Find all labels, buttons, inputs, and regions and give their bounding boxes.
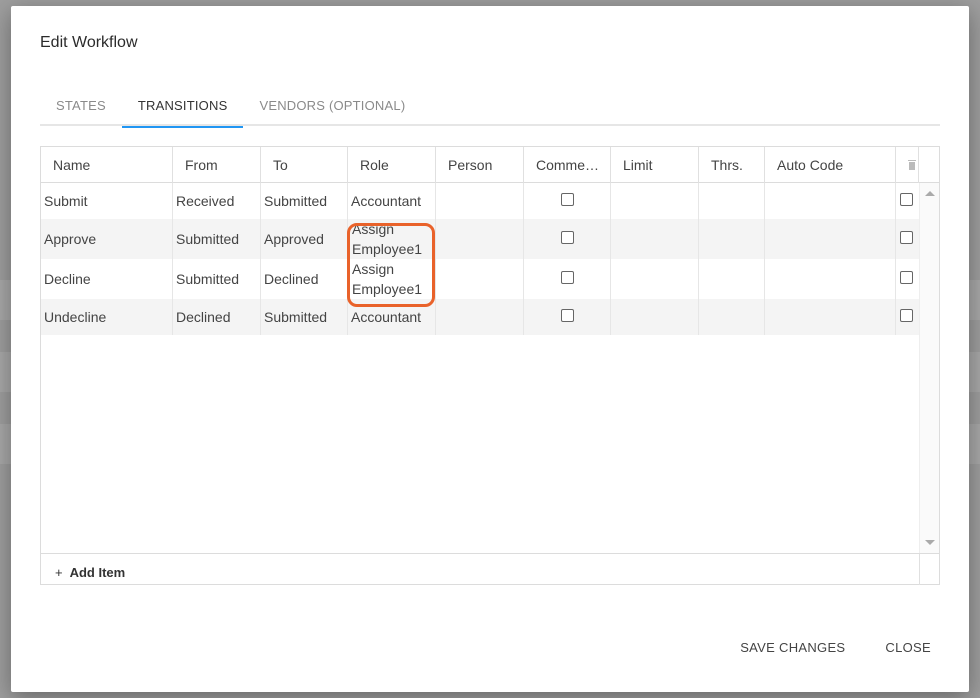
cell-to[interactable]: Submitted (261, 299, 348, 335)
cell-limit[interactable] (611, 219, 699, 259)
grid-header: Name From To Role Person Comme… Limit Th… (41, 147, 939, 183)
cell-name[interactable]: Decline (41, 259, 173, 299)
cell-limit[interactable] (611, 299, 699, 335)
edit-workflow-dialog: Edit Workflow STATES TRANSITIONS VENDORS… (11, 6, 969, 692)
column-header-person[interactable]: Person (436, 147, 524, 183)
comment-checkbox[interactable] (561, 309, 574, 322)
cell-auto-code[interactable] (765, 259, 896, 299)
cell-person[interactable] (436, 219, 524, 259)
vertical-scrollbar[interactable] (919, 183, 939, 553)
column-header-name[interactable]: Name (41, 147, 173, 183)
cell-auto-code[interactable] (765, 299, 896, 335)
plus-icon: + (55, 564, 63, 580)
cell-from[interactable]: Declined (173, 299, 261, 335)
dialog-actions: SAVE CHANGES CLOSE (740, 636, 931, 659)
cell-from[interactable]: Submitted (173, 259, 261, 299)
cell-person[interactable] (436, 259, 524, 299)
table-row[interactable]: Undecline Declined Submitted Accountant (41, 299, 919, 335)
cell-limit[interactable] (611, 259, 699, 299)
cell-role[interactable]: Accountant (348, 299, 436, 335)
row-select-checkbox[interactable] (900, 231, 913, 244)
save-changes-button[interactable]: SAVE CHANGES (740, 636, 845, 659)
cell-select (896, 183, 919, 219)
dialog-title: Edit Workflow (40, 34, 138, 51)
row-select-checkbox[interactable] (900, 309, 913, 322)
column-header-thrs[interactable]: Thrs. (699, 147, 765, 183)
cell-thrs[interactable] (699, 299, 765, 335)
table-row[interactable]: Submit Received Submitted Accountant (41, 183, 919, 219)
cell-name[interactable]: Undecline (41, 299, 173, 335)
cell-role[interactable]: Accountant (348, 183, 436, 219)
cell-to[interactable]: Submitted (261, 183, 348, 219)
cell-comment (524, 299, 611, 335)
cell-to[interactable]: Declined (261, 259, 348, 299)
column-header-comment[interactable]: Comme… (524, 147, 611, 183)
cell-select (896, 219, 919, 259)
scroll-down-icon[interactable] (925, 540, 935, 545)
column-header-role[interactable]: Role (348, 147, 436, 183)
row-select-checkbox[interactable] (900, 193, 913, 206)
column-header-to[interactable]: To (261, 147, 348, 183)
cell-name[interactable]: Submit (41, 183, 173, 219)
cell-from[interactable]: Submitted (173, 219, 261, 259)
tab-vendors[interactable]: VENDORS (OPTIONAL) (243, 84, 421, 126)
column-header-auto-code[interactable]: Auto Code (765, 147, 896, 183)
cell-thrs[interactable] (699, 219, 765, 259)
cell-comment (524, 259, 611, 299)
cell-auto-code[interactable] (765, 219, 896, 259)
cell-to[interactable]: Approved (261, 219, 348, 259)
cell-role[interactable]: Assign Employee1 (348, 259, 436, 299)
table-row[interactable]: Approve Submitted Approved Assign Employ… (41, 219, 919, 259)
cell-limit[interactable] (611, 183, 699, 219)
column-header-from[interactable]: From (173, 147, 261, 183)
cell-thrs[interactable] (699, 259, 765, 299)
cell-select (896, 299, 919, 335)
scroll-up-icon[interactable] (925, 191, 935, 196)
add-item-label: Add Item (69, 564, 126, 580)
cell-select (896, 259, 919, 299)
tab-states[interactable]: STATES (40, 84, 122, 126)
cell-comment (524, 219, 611, 259)
cell-comment (524, 183, 611, 219)
cell-from[interactable]: Received (173, 183, 261, 219)
cell-person[interactable] (436, 183, 524, 219)
grid-footer: + Add Item (41, 553, 939, 585)
comment-checkbox[interactable] (561, 231, 574, 244)
column-header-delete[interactable] (896, 147, 919, 183)
cell-name[interactable]: Approve (41, 219, 173, 259)
transitions-grid: Name From To Role Person Comme… Limit Th… (40, 146, 940, 585)
footer-divider (919, 554, 920, 585)
column-header-limit[interactable]: Limit (611, 147, 699, 183)
comment-checkbox[interactable] (561, 271, 574, 284)
cell-auto-code[interactable] (765, 183, 896, 219)
table-row[interactable]: Decline Submitted Declined Assign Employ… (41, 259, 919, 299)
close-button[interactable]: CLOSE (885, 636, 931, 659)
tab-transitions[interactable]: TRANSITIONS (121, 84, 244, 128)
add-item-button[interactable]: + Add Item (55, 554, 125, 590)
tab-bar: STATES TRANSITIONS VENDORS (OPTIONAL) (40, 84, 940, 128)
comment-checkbox[interactable] (561, 193, 574, 206)
trash-icon (908, 160, 916, 170)
cell-role[interactable]: Assign Employee1 (348, 219, 436, 259)
cell-person[interactable] (436, 299, 524, 335)
row-select-checkbox[interactable] (900, 271, 913, 284)
cell-thrs[interactable] (699, 183, 765, 219)
